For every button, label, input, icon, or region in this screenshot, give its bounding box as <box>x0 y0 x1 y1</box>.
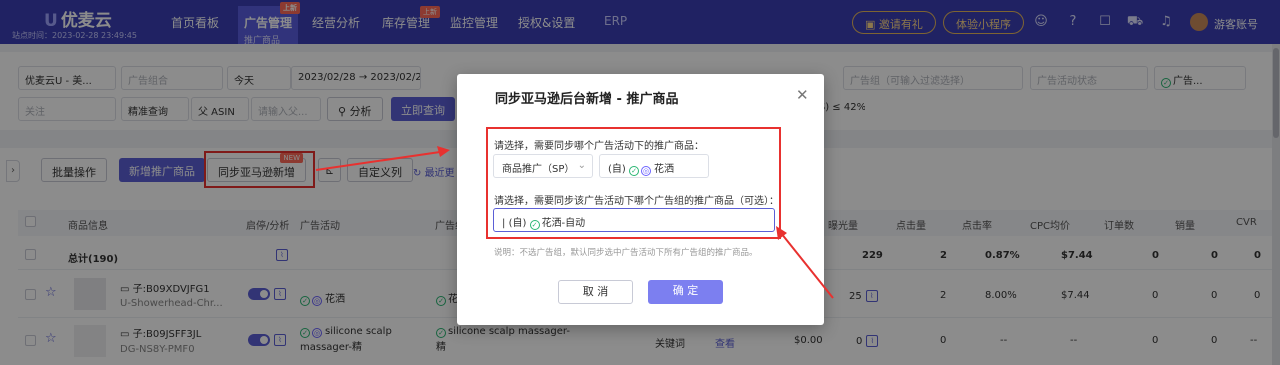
arrow-to-dialog <box>315 151 441 171</box>
annotation-arrows <box>315 146 834 299</box>
arrowhead-icon <box>437 146 450 157</box>
arrow-to-selection <box>780 232 834 299</box>
